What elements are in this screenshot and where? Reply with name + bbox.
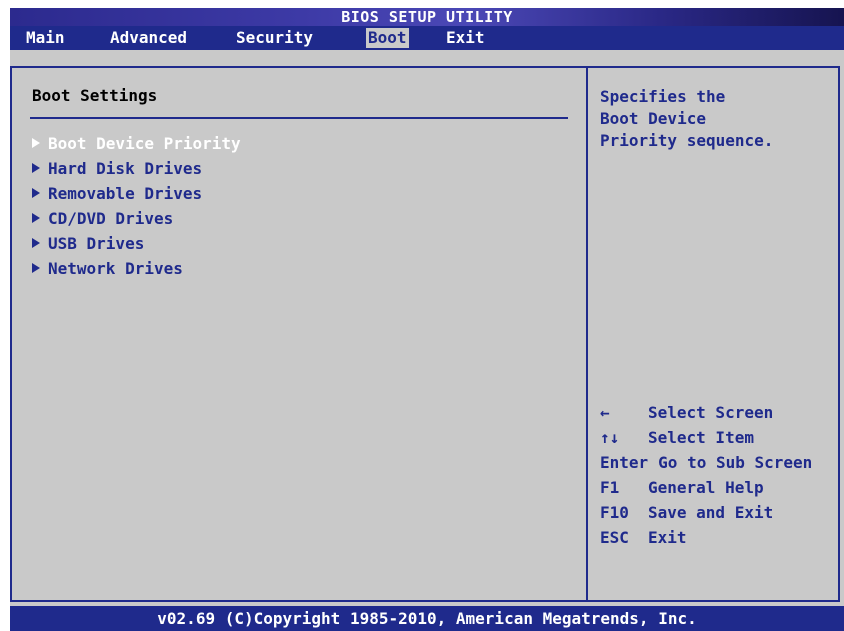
tab-main[interactable]: Main: [24, 28, 67, 48]
key-description: Go to Sub Screen: [658, 453, 813, 472]
option-removable-drives[interactable]: Removable Drives: [32, 181, 241, 206]
help-pane: Specifies the Boot Device Priority seque…: [588, 68, 842, 600]
section-title: Boot Settings: [32, 86, 158, 105]
key-legend-row: F1 General Help: [600, 475, 842, 500]
key-description: Exit: [648, 528, 687, 547]
settings-pane: Boot Settings Boot Device Priority Hard …: [12, 68, 586, 600]
key-legend-row: Enter Go to Sub Screen: [600, 450, 842, 475]
copyright-text: v02.69 (C)Copyright 1985-2010, American …: [157, 609, 697, 628]
section-divider: [30, 117, 568, 119]
help-line: Boot Device: [600, 109, 706, 128]
option-label: Removable Drives: [48, 184, 203, 203]
option-label: USB Drives: [48, 234, 145, 253]
key-name: F1: [600, 478, 620, 497]
content-frame: Boot Settings Boot Device Priority Hard …: [10, 66, 840, 602]
bios-title: BIOS SETUP UTILITY: [341, 8, 513, 26]
key-legend-row: ESC Exit: [600, 525, 842, 550]
key-name: Enter: [600, 453, 649, 472]
submenu-arrow-icon: [32, 138, 40, 148]
help-line: Specifies the: [600, 87, 726, 106]
key-description: Save and Exit: [648, 503, 774, 522]
option-label: CD/DVD Drives: [48, 209, 174, 228]
submenu-arrow-icon: [32, 238, 40, 248]
boot-options-list: Boot Device Priority Hard Disk Drives Re…: [32, 131, 241, 281]
key-description: Select Screen: [648, 403, 774, 422]
tab-boot[interactable]: Boot: [366, 28, 409, 48]
option-usb-drives[interactable]: USB Drives: [32, 231, 241, 256]
tab-advanced[interactable]: Advanced: [108, 28, 189, 48]
key-description: General Help: [648, 478, 764, 497]
submenu-arrow-icon: [32, 213, 40, 223]
tab-security[interactable]: Security: [234, 28, 315, 48]
menu-bar: Main Advanced Security Boot Exit: [10, 26, 844, 50]
option-boot-device-priority[interactable]: Boot Device Priority: [32, 131, 241, 156]
up-down-arrow-key-icon: ↑↓: [600, 428, 620, 447]
option-cd-dvd-drives[interactable]: CD/DVD Drives: [32, 206, 241, 231]
main-panel: Boot Settings Boot Device Priority Hard …: [10, 50, 844, 606]
bios-title-bar: BIOS SETUP UTILITY: [10, 8, 844, 26]
tab-exit[interactable]: Exit: [444, 28, 487, 48]
option-label: Network Drives: [48, 259, 183, 278]
help-text: Specifies the Boot Device Priority seque…: [600, 86, 832, 152]
key-description: Select Item: [648, 428, 754, 447]
submenu-arrow-icon: [32, 163, 40, 173]
option-network-drives[interactable]: Network Drives: [32, 256, 241, 281]
key-legend-row: ← Select Screen: [600, 400, 842, 425]
key-legend: ← Select Screen ↑↓ Select Item Enter Go to …: [600, 400, 842, 550]
key-name: ESC: [600, 528, 629, 547]
key-legend-row: F10 Save and Exit: [600, 500, 842, 525]
submenu-arrow-icon: [32, 188, 40, 198]
option-label: Hard Disk Drives: [48, 159, 203, 178]
copyright-bar: v02.69 (C)Copyright 1985-2010, American …: [10, 606, 844, 631]
option-label: Boot Device Priority: [48, 134, 241, 153]
left-arrow-key-icon: ←: [600, 403, 610, 422]
option-hard-disk-drives[interactable]: Hard Disk Drives: [32, 156, 241, 181]
help-line: Priority sequence.: [600, 131, 774, 150]
key-name: F10: [600, 503, 629, 522]
submenu-arrow-icon: [32, 263, 40, 273]
key-legend-row: ↑↓ Select Item: [600, 425, 842, 450]
